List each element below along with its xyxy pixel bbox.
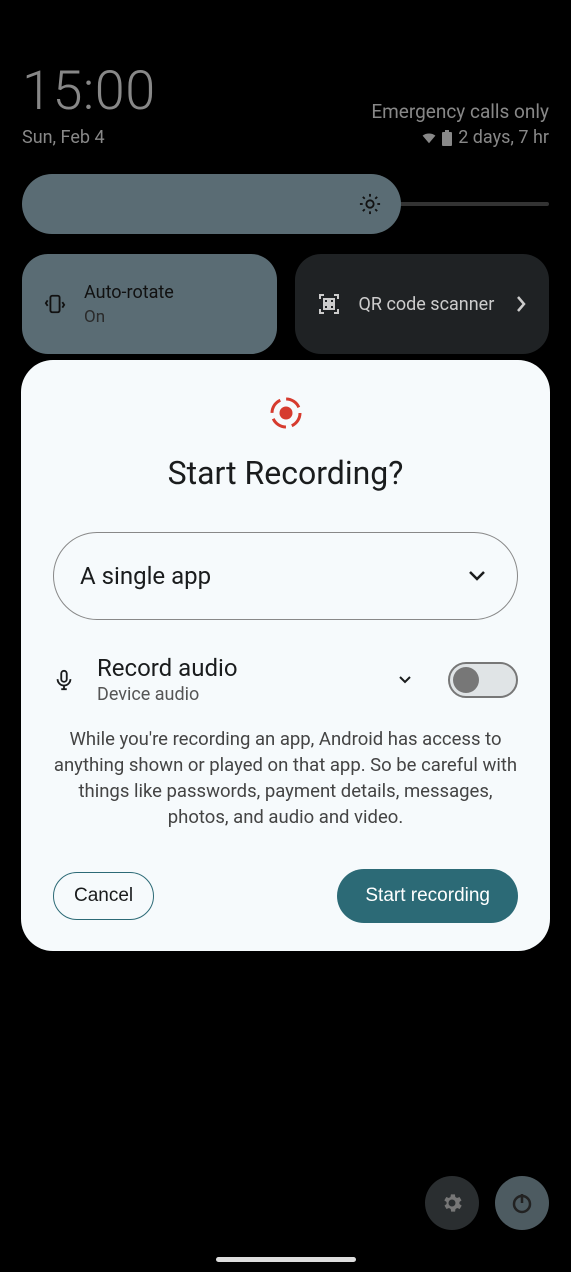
battery-status: 2 days, 7 hr: [422, 127, 549, 148]
warning-text: While you're recording an app, Android h…: [53, 727, 518, 831]
qr-icon: [317, 292, 341, 316]
audio-title: Record audio: [97, 654, 376, 682]
caret-down-icon[interactable]: [398, 675, 412, 685]
mic-icon: [53, 666, 75, 694]
qs-tile-qr[interactable]: QR code scanner: [295, 254, 550, 354]
record-audio-switch[interactable]: [448, 662, 518, 698]
power-icon: [510, 1191, 534, 1215]
date-text: Sun, Feb 4: [22, 127, 105, 148]
dialog-title: Start Recording?: [53, 454, 518, 492]
emergency-text: Emergency calls only: [371, 100, 549, 123]
start-recording-dialog: Start Recording? A single app Record aud…: [21, 360, 550, 951]
tile-label: Auto-rotate: [84, 282, 255, 303]
qs-tile-autorotate[interactable]: Auto-rotate On: [22, 254, 277, 354]
settings-button[interactable]: [425, 1176, 479, 1230]
clock-time: 15:00: [22, 60, 156, 123]
brightness-slider[interactable]: [22, 174, 549, 234]
chevron-down-icon: [467, 569, 487, 583]
gear-icon: [440, 1191, 464, 1215]
nav-handle[interactable]: [216, 1257, 356, 1262]
audio-sub: Device audio: [97, 684, 376, 705]
autorotate-icon: [44, 291, 66, 317]
recording-scope-dropdown[interactable]: A single app: [53, 532, 518, 620]
start-recording-button[interactable]: Start recording: [337, 869, 518, 923]
tile-label: QR code scanner: [359, 294, 498, 315]
record-icon: [53, 396, 518, 430]
record-audio-option[interactable]: Record audio Device audio: [97, 654, 376, 705]
dropdown-label: A single app: [80, 562, 211, 590]
chevron-right-icon: [515, 295, 527, 313]
battery-icon: [442, 130, 452, 146]
tile-sublabel: On: [84, 307, 255, 327]
cancel-button[interactable]: Cancel: [53, 872, 154, 920]
power-button[interactable]: [495, 1176, 549, 1230]
wifi-icon: [422, 131, 436, 145]
brightness-icon: [359, 193, 381, 215]
